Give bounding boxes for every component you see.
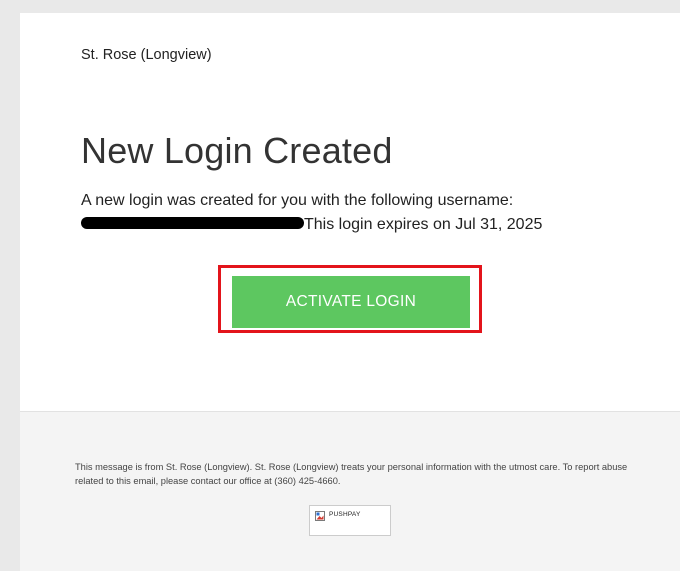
page-title: New Login Created: [81, 130, 393, 171]
org-name: St. Rose (Longview): [81, 47, 212, 63]
broken-image-icon: [315, 511, 325, 521]
body-text-line1: A new login was created for you with the…: [81, 192, 514, 209]
expiry-text: This login expires on Jul 31, 2025: [304, 216, 543, 233]
email-card: St. Rose (Longview) New Login Created A …: [20, 13, 680, 571]
activate-login-button[interactable]: ACTIVATE LOGIN: [232, 276, 470, 328]
body-text-line2: This login expires on Jul 31, 2025: [81, 216, 542, 234]
logo-alt-text: PUSHPAY: [329, 511, 361, 518]
redacted-username: [81, 216, 304, 229]
page: St. Rose (Longview) New Login Created A …: [0, 0, 680, 571]
footer: This message is from St. Rose (Longview)…: [20, 411, 680, 571]
pushpay-logo[interactable]: PUSHPAY: [309, 505, 391, 536]
footer-message: This message is from St. Rose (Longview)…: [75, 462, 628, 486]
